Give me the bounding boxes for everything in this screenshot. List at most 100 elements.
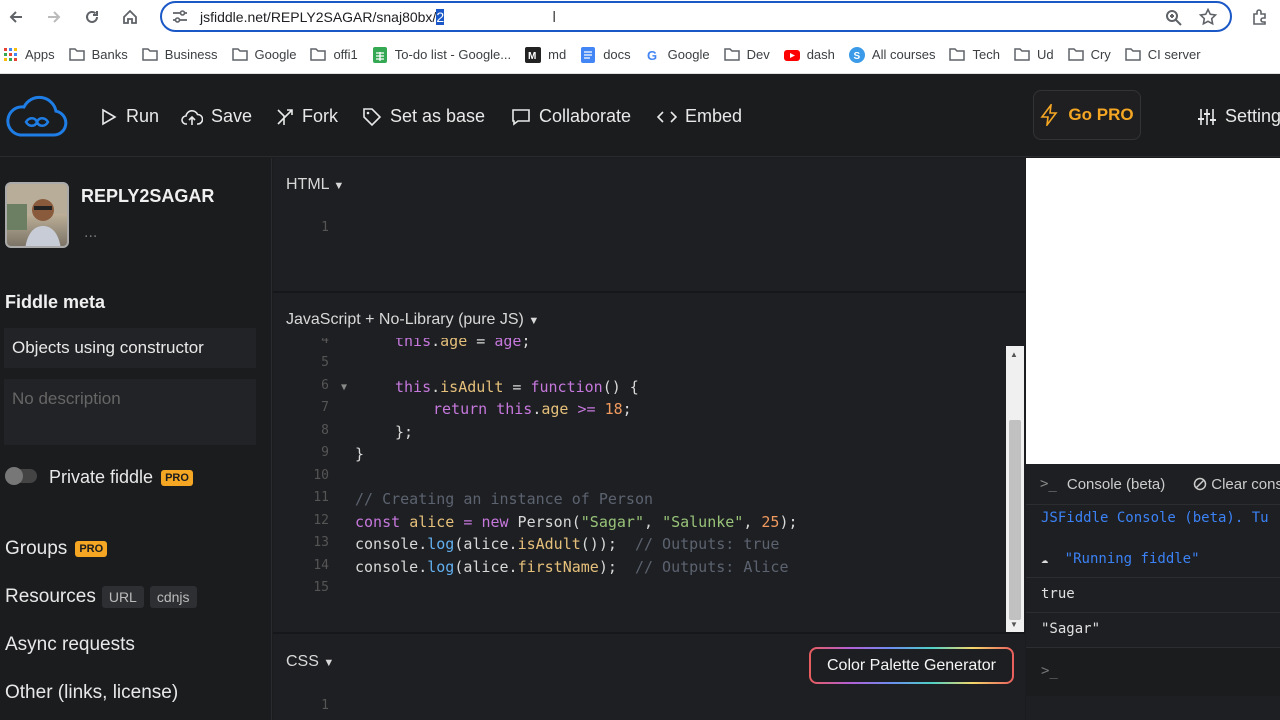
back-icon[interactable] [4, 5, 28, 29]
set-as-base-label: Set as base [390, 106, 486, 126]
save-button[interactable]: Save [181, 106, 252, 127]
extensions-icon[interactable] [1248, 5, 1272, 29]
editor-scrollbar-thumb[interactable] [1009, 420, 1021, 620]
avatar[interactable] [5, 182, 69, 248]
fork-button[interactable]: Fork [276, 106, 338, 127]
bookmark-label: Apps [25, 47, 55, 62]
color-palette-label: Color Palette Generator [811, 649, 1012, 682]
bookmark-ud[interactable]: Ud [1014, 47, 1054, 62]
forward-icon[interactable] [42, 5, 66, 29]
url-chip[interactable]: URL [101, 586, 144, 608]
embed-button[interactable]: Embed [657, 106, 742, 127]
folder-icon [142, 48, 158, 61]
fork-label: Fork [302, 106, 338, 126]
css-panel-header[interactable]: CSS ▼ [286, 653, 334, 671]
chat-icon [512, 108, 530, 126]
line-number: 12 [313, 513, 329, 528]
folder-icon [723, 48, 740, 61]
resources-section[interactable]: Resources URL cdnjs [5, 586, 197, 608]
cdnjs-chip[interactable]: cdnjs [149, 586, 197, 608]
bookmark-apps[interactable]: Apps [4, 47, 55, 62]
console-output: true [1026, 578, 1280, 613]
pro-badge: PRO [161, 469, 193, 486]
site-settings-icon[interactable] [172, 10, 188, 29]
code-line: 14 console.log(alice.firstName); // Outpu… [273, 558, 1008, 580]
bookmarks-bar: Apps Banks Business Google offi1 To-do l… [0, 36, 1280, 74]
fiddle-description-input[interactable]: No description [4, 379, 256, 445]
embed-label: Embed [685, 106, 743, 126]
private-fiddle-toggle[interactable] [5, 467, 37, 485]
line-number: 7 [321, 400, 329, 415]
docs-icon [581, 46, 596, 63]
clear-console-label: Clear console [1211, 475, 1280, 493]
bookmark-all-courses[interactable]: S All courses [848, 46, 935, 63]
user-menu-ellipsis[interactable]: ... [84, 224, 97, 242]
bookmark-dev[interactable]: Dev [723, 47, 770, 62]
run-button[interactable]: Run [100, 106, 159, 127]
code-line: 10 [273, 468, 1008, 490]
bookmark-banks[interactable]: Banks [68, 47, 128, 62]
bookmark-label: To-do list - Google... [394, 47, 512, 62]
home-icon[interactable] [118, 5, 142, 29]
go-pro-button[interactable]: Go PRO [1033, 90, 1141, 140]
url-text[interactable]: jsfiddle.net/REPLY2SAGAR/snaj80bx/2 [200, 9, 445, 25]
folder-icon [1014, 48, 1030, 61]
bookmark-google[interactable]: G Google [645, 47, 710, 63]
code-line: 7 return this.age >= 18; [273, 400, 1008, 422]
address-bar[interactable]: jsfiddle.net/REPLY2SAGAR/snaj80bx/2 I [160, 1, 1232, 32]
bookmark-todo[interactable]: To-do list - Google... [372, 46, 512, 63]
username[interactable]: REPLY2SAGAR [81, 186, 214, 207]
folder-icon [68, 48, 85, 61]
private-fiddle-row: Private fiddle PRO [49, 467, 193, 488]
collaborate-button[interactable]: Collaborate [511, 106, 631, 127]
bookmark-label: Tech [972, 47, 1000, 62]
reload-icon[interactable] [80, 5, 104, 29]
scroll-down-icon[interactable]: ▼ [1010, 620, 1018, 629]
code-line: 5 [273, 355, 1008, 377]
panel-divider[interactable] [273, 632, 1025, 634]
bookmark-cry[interactable]: Cry [1067, 47, 1111, 62]
line-number: 15 [313, 580, 329, 595]
line-number: 1 [321, 220, 329, 235]
bookmark-md[interactable]: M md [525, 46, 566, 63]
bookmark-star-icon[interactable] [1198, 7, 1218, 31]
line-number: 14 [313, 558, 329, 573]
bookmark-offi1[interactable]: offi1 [310, 47, 358, 62]
async-requests-section[interactable]: Async requests [5, 634, 135, 656]
set-as-base-button[interactable]: Set as base [362, 106, 485, 127]
zoom-icon[interactable] [1165, 9, 1183, 32]
console-intro: JSFiddle Console (beta). Tu [1041, 510, 1269, 526]
groups-section[interactable]: Groups PRO [5, 538, 108, 560]
go-pro-label: Go PRO [1068, 105, 1134, 124]
bookmark-business[interactable]: Business [142, 47, 218, 62]
js-panel-header[interactable]: JavaScript + No-Library (pure JS) ▼ [286, 311, 539, 329]
bookmark-tech[interactable]: Tech [949, 47, 1000, 62]
scroll-up-icon[interactable]: ▲ [1010, 350, 1018, 359]
console-title: Console (beta) [1066, 475, 1166, 493]
other-section[interactable]: Other (links, license) [5, 682, 178, 704]
console-running: "Running fiddle" [1064, 551, 1200, 567]
bookmark-ci-server[interactable]: CI server [1125, 47, 1201, 62]
bookmark-google-folder[interactable]: Google [231, 47, 296, 62]
bookmark-label: Business [164, 47, 218, 62]
private-fiddle-label: Private fiddle [49, 467, 154, 487]
html-panel-header[interactable]: HTML ▼ [286, 176, 344, 194]
result-panel[interactable] [1026, 158, 1280, 464]
fiddle-title-input[interactable]: Objects using constructor [4, 328, 256, 368]
svg-text:S: S [853, 51, 860, 62]
clear-console-button[interactable]: Clear console [1193, 476, 1280, 493]
fold-arrow-icon[interactable]: ▼ [341, 382, 347, 393]
bookmark-docs[interactable]: docs [580, 46, 631, 63]
bookmark-dash[interactable]: dash [783, 47, 835, 63]
console-input[interactable]: >_ [1026, 648, 1280, 696]
panel-divider[interactable] [273, 291, 1025, 293]
bookmark-label: Cry [1090, 47, 1111, 62]
console-header: >_ Console (beta) Clear console [1026, 464, 1280, 505]
line-number: 5 [321, 355, 329, 370]
code-line: 13 console.log(alice.isAdult()); // Outpu… [273, 535, 1008, 557]
color-palette-generator-button[interactable]: Color Palette Generator [809, 647, 1014, 684]
js-code-editor[interactable]: 4 this.age = age; 5 6 ▼ this.isAdult = func… [273, 338, 1008, 632]
jsfiddle-logo-icon[interactable] [6, 95, 68, 144]
bookmark-label: docs [603, 47, 631, 62]
settings-button[interactable]: Setting [1197, 106, 1280, 127]
